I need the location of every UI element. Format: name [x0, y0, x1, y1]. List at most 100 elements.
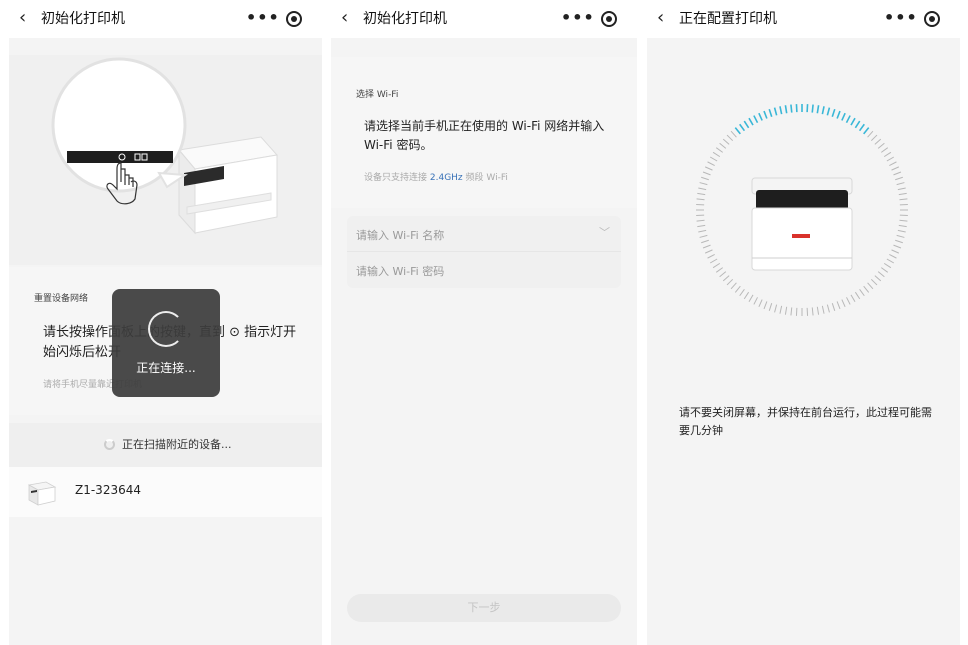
target-icon[interactable]: [924, 11, 940, 27]
loading-toast: 正在连接...: [112, 289, 220, 397]
ring-tick: [886, 258, 895, 264]
ring-tick: [696, 198, 705, 201]
ring-tick: [734, 127, 741, 135]
ring-tick: [748, 294, 754, 303]
ring-tick: [897, 187, 906, 191]
ring-tick: [784, 105, 788, 114]
ring-tick: [790, 307, 793, 316]
printer-press-button-illustration: [51, 57, 278, 235]
page-title: 初始化打印机: [41, 11, 125, 27]
target-icon[interactable]: [601, 11, 617, 27]
ring-tick: [811, 307, 814, 316]
mini-program-capsule: •••: [236, 6, 310, 32]
band-hint-highlight: 2.4GHz: [429, 173, 463, 183]
section-label: 选择 Wi-Fi: [356, 90, 399, 100]
more-dots-icon[interactable]: •••: [884, 8, 918, 28]
ring-tick: [867, 130, 874, 138]
scan-status-row: 正在扫描附近的设备...: [9, 423, 322, 467]
ring-tick: [709, 156, 718, 162]
ring-tick: [726, 134, 734, 142]
ring-tick: [863, 285, 870, 293]
ring-tick: [699, 182, 708, 186]
ring-tick: [715, 147, 724, 153]
ring-tick: [858, 123, 865, 132]
ring-tick: [707, 161, 715, 166]
ring-tick: [753, 115, 759, 124]
ring-tick: [712, 262, 721, 269]
ring-tick: [895, 239, 903, 244]
ring-tick: [899, 219, 908, 222]
more-dots-icon[interactable]: •••: [561, 8, 595, 28]
page-title: 初始化打印机: [363, 11, 447, 27]
ring-tick: [702, 171, 711, 176]
ring-tick: [883, 262, 892, 269]
ring-tick: [816, 105, 820, 114]
ring-tick: [698, 187, 707, 191]
ring-tick: [704, 166, 713, 171]
ring-tick: [899, 198, 908, 201]
back-chevron-icon[interactable]: ‹: [341, 8, 348, 28]
scan-status-text: 正在扫描附近的设备...: [122, 438, 232, 451]
ring-tick: [768, 303, 773, 311]
ring-tick: [854, 291, 861, 300]
ring-tick: [883, 151, 892, 158]
printer-status-light: [792, 234, 810, 238]
ring-tick: [784, 306, 788, 315]
ring-tick: [816, 306, 820, 315]
ring-tick: [790, 104, 793, 113]
ring-tick: [719, 142, 727, 149]
screen-configuring-printer: ‹ 正在配置打印机 ••• 请不要关闭屏幕，并保持在前台运行，此过程可能需要几分…: [647, 0, 960, 645]
ring-tick: [779, 305, 783, 314]
more-dots-icon[interactable]: •••: [246, 8, 280, 28]
navbar: ‹ 正在配置打印机 •••: [647, 0, 960, 38]
ring-tick: [701, 239, 709, 244]
ring-tick: [773, 107, 778, 116]
ring-tick: [774, 304, 778, 313]
wifi-info-panel: 选择 Wi-Fi 请选择当前手机正在使用的 Wi-Fi 网络并输入 Wi-Fi …: [331, 57, 637, 208]
ring-tick: [880, 147, 889, 153]
ring-tick: [850, 117, 856, 126]
ring-tick: [743, 120, 750, 129]
ring-tick: [739, 288, 745, 297]
ring-tick: [702, 244, 711, 249]
device-name: Z1-323644: [75, 483, 141, 497]
navbar: ‹ 初始化打印机 •••: [9, 0, 322, 38]
wifi-name-field[interactable]: 请输入 Wi-Fi 名称 ﹀: [347, 216, 621, 252]
ring-tick: [704, 249, 713, 254]
back-chevron-icon[interactable]: ‹: [19, 8, 26, 28]
ring-tick: [758, 112, 763, 121]
ring-tick: [715, 267, 724, 273]
ring-tick: [877, 142, 885, 149]
ring-tick: [696, 219, 705, 222]
ring-tick: [726, 278, 734, 286]
ring-tick: [763, 110, 768, 119]
ring-tick: [897, 229, 906, 233]
chevron-down-icon[interactable]: ﹀: [599, 224, 610, 240]
ring-tick: [699, 234, 708, 238]
device-list-item[interactable]: Z1-323644: [9, 467, 322, 517]
ring-tick: [722, 275, 730, 282]
page-title: 正在配置打印机: [679, 11, 777, 27]
ring-tick: [730, 130, 737, 138]
ring-tick: [874, 138, 882, 145]
spinner-icon: [148, 311, 184, 347]
band-hint-prefix: 设备只支持连接: [364, 173, 430, 183]
ring-tick: [850, 294, 856, 303]
target-icon[interactable]: [286, 11, 302, 27]
ring-tick: [707, 254, 715, 259]
back-chevron-icon[interactable]: ‹: [657, 8, 664, 28]
ring-tick: [896, 182, 905, 186]
ring-tick: [841, 299, 846, 308]
ring-tick: [896, 234, 905, 238]
next-button[interactable]: 下一步: [347, 594, 621, 622]
ring-tick: [831, 108, 836, 118]
ring-tick: [891, 166, 900, 171]
ring-tick: [893, 171, 902, 176]
band-hint-suffix: 频段 Wi-Fi: [462, 173, 508, 183]
toast-text: 正在连接...: [136, 361, 196, 375]
ring-tick: [719, 271, 727, 278]
wifi-form: 请输入 Wi-Fi 名称 ﹀ 请输入 Wi-Fi 密码: [347, 216, 621, 288]
ring-tick: [895, 176, 903, 181]
ring-tick: [863, 127, 870, 135]
wifi-password-field[interactable]: 请输入 Wi-Fi 密码: [347, 252, 621, 288]
